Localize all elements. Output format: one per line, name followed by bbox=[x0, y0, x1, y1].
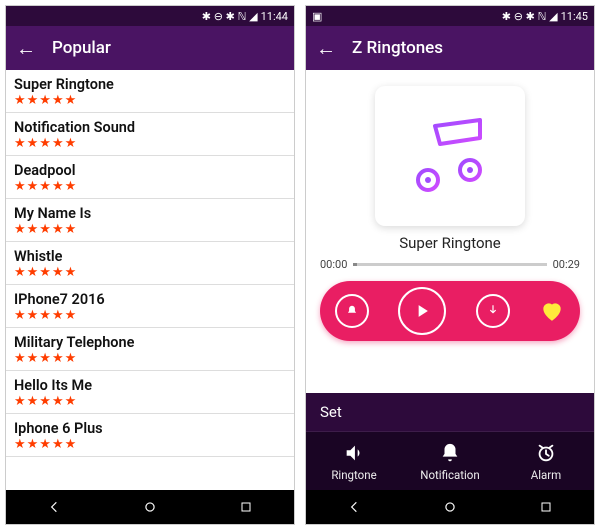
status-icons: ✱ ⊖ ✱ ℕ ◢ bbox=[202, 10, 258, 23]
nav-recents-icon[interactable] bbox=[226, 497, 266, 517]
appbar-title: Z Ringtones bbox=[352, 38, 443, 58]
nav-back-icon[interactable] bbox=[334, 497, 374, 517]
list-item-name: Deadpool bbox=[14, 162, 286, 179]
screen-popular-list: ✱ ⊖ ✱ ℕ ◢ 11:44 ← Popular Super Ringtone… bbox=[5, 5, 295, 525]
player-controls bbox=[320, 281, 580, 341]
status-bar: ▣ ✱ ⊖ ✱ ℕ ◢ 11:45 bbox=[306, 6, 594, 26]
back-arrow-icon[interactable]: ← bbox=[16, 36, 36, 61]
android-nav-bar bbox=[6, 490, 294, 524]
rating-stars-icon: ★★★★★ bbox=[14, 136, 286, 151]
time-total: 00:29 bbox=[553, 258, 580, 271]
list-item-name: Notification Sound bbox=[14, 119, 286, 136]
rating-stars-icon: ★★★★★ bbox=[14, 179, 286, 194]
nav-recents-icon[interactable] bbox=[526, 497, 566, 517]
album-art bbox=[375, 86, 525, 226]
list-item-name: Super Ringtone bbox=[14, 76, 286, 93]
track-title: Super Ringtone bbox=[399, 234, 501, 252]
download-button[interactable] bbox=[476, 294, 510, 328]
bell-icon bbox=[439, 442, 461, 464]
list-item-name: Hello Its Me bbox=[14, 377, 286, 394]
play-button[interactable] bbox=[398, 287, 446, 335]
status-time: 11:45 bbox=[561, 10, 588, 23]
bell-small-icon bbox=[345, 304, 359, 318]
rating-stars-icon: ★★★★★ bbox=[14, 351, 286, 366]
nav-back-icon[interactable] bbox=[34, 497, 74, 517]
list-item-name: Whistle bbox=[14, 248, 286, 265]
option-label: Ringtone bbox=[331, 468, 376, 482]
heart-icon bbox=[539, 298, 565, 324]
option-label: Alarm bbox=[531, 468, 562, 482]
player-area: Super Ringtone 00:00 00:29 bbox=[306, 70, 594, 393]
rating-stars-icon: ★★★★★ bbox=[14, 222, 286, 237]
appbar-title: Popular bbox=[52, 38, 111, 58]
list-item[interactable]: Deadpool★★★★★ bbox=[6, 156, 294, 199]
set-section: Set Ringtone Notification Alarm bbox=[306, 393, 594, 490]
status-notification-icon: ▣ bbox=[312, 10, 322, 23]
screen-player: ▣ ✱ ⊖ ✱ ℕ ◢ 11:45 ← Z Ringtones Super Ri… bbox=[305, 5, 595, 525]
music-note-icon bbox=[400, 106, 500, 206]
list-item[interactable]: Notification Sound★★★★★ bbox=[6, 113, 294, 156]
list-item-name: Military Telephone bbox=[14, 334, 286, 351]
progress-bar[interactable] bbox=[353, 263, 546, 266]
rating-stars-icon: ★★★★★ bbox=[14, 93, 286, 108]
status-time: 11:44 bbox=[261, 10, 288, 23]
list-item-name: Iphone 6 Plus bbox=[14, 420, 286, 437]
time-current: 00:00 bbox=[320, 258, 347, 271]
list-item[interactable]: My Name Is★★★★★ bbox=[6, 199, 294, 242]
list-item[interactable]: IPhone7 2016★★★★★ bbox=[6, 285, 294, 328]
favorite-button[interactable] bbox=[539, 298, 565, 324]
set-options: Ringtone Notification Alarm bbox=[306, 432, 594, 490]
list-item-name: My Name Is bbox=[14, 205, 286, 222]
app-bar: ← Popular bbox=[6, 26, 294, 70]
progress-fill bbox=[353, 263, 357, 266]
set-ringtone-button[interactable] bbox=[335, 294, 369, 328]
nav-home-icon[interactable] bbox=[430, 497, 470, 517]
list-item[interactable]: Super Ringtone★★★★★ bbox=[6, 70, 294, 113]
list-item[interactable]: Hello Its Me★★★★★ bbox=[6, 371, 294, 414]
option-label: Notification bbox=[420, 468, 479, 482]
rating-stars-icon: ★★★★★ bbox=[14, 265, 286, 280]
set-header: Set bbox=[306, 393, 594, 432]
status-bar: ✱ ⊖ ✱ ℕ ◢ 11:44 bbox=[6, 6, 294, 26]
list-item[interactable]: Whistle★★★★★ bbox=[6, 242, 294, 285]
list-item[interactable]: Iphone 6 Plus★★★★★ bbox=[6, 414, 294, 457]
set-as-alarm[interactable]: Alarm bbox=[498, 432, 594, 490]
app-bar: ← Z Ringtones bbox=[306, 26, 594, 70]
list-item[interactable]: Military Telephone★★★★★ bbox=[6, 328, 294, 371]
play-icon bbox=[412, 301, 432, 321]
rating-stars-icon: ★★★★★ bbox=[14, 437, 286, 452]
ringtone-list: Super Ringtone★★★★★ Notification Sound★★… bbox=[6, 70, 294, 490]
progress-row: 00:00 00:29 bbox=[320, 258, 580, 271]
alarm-icon bbox=[535, 442, 557, 464]
list-item-name: IPhone7 2016 bbox=[14, 291, 286, 308]
nav-home-icon[interactable] bbox=[130, 497, 170, 517]
volume-icon bbox=[343, 442, 365, 464]
rating-stars-icon: ★★★★★ bbox=[14, 308, 286, 323]
android-nav-bar bbox=[306, 490, 594, 524]
download-icon bbox=[486, 304, 500, 318]
set-as-ringtone[interactable]: Ringtone bbox=[306, 432, 402, 490]
status-icons: ✱ ⊖ ✱ ℕ ◢ bbox=[502, 10, 558, 23]
set-as-notification[interactable]: Notification bbox=[402, 432, 498, 490]
back-arrow-icon[interactable]: ← bbox=[316, 36, 336, 61]
rating-stars-icon: ★★★★★ bbox=[14, 394, 286, 409]
